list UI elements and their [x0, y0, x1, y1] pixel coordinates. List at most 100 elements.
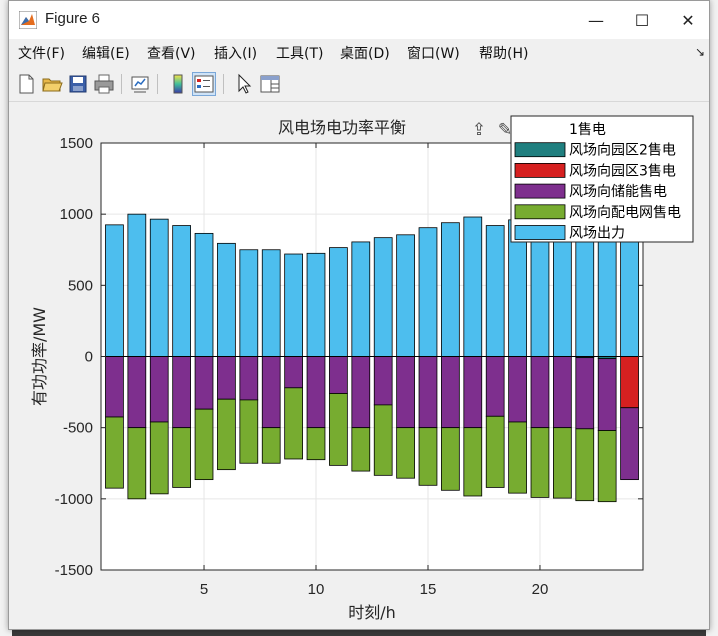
menu-edit[interactable]: 编辑(E)	[82, 43, 130, 63]
bar	[396, 356, 415, 429]
toolbar-separator	[121, 74, 122, 94]
bar	[485, 225, 505, 357]
legend-swatch	[514, 163, 566, 178]
bar	[306, 427, 326, 461]
legend-swatch	[514, 142, 566, 158]
brush-icon[interactable]: ✎	[498, 120, 512, 140]
y-tick-label: -500	[63, 420, 93, 437]
y-tick-label: 0	[85, 349, 93, 366]
figure-canvas: 5 10 15 20 -1500 -1000 -500 0 500 1000 1500 风电场电功率平…	[9, 102, 709, 629]
open-folder-icon[interactable]	[41, 73, 63, 95]
bar	[463, 216, 483, 357]
y-tick-label: 500	[68, 277, 93, 294]
menubar-overflow-icon[interactable]: ↘	[695, 45, 705, 59]
bar	[261, 427, 281, 464]
chart-title: 风电场电功率平衡	[278, 118, 406, 137]
legend-swatch	[514, 183, 566, 199]
menu-insert[interactable]: 插入(I)	[214, 43, 257, 63]
bar	[351, 427, 371, 472]
bar	[597, 358, 617, 431]
bar	[239, 249, 259, 357]
print-icon[interactable]	[93, 73, 115, 95]
figure-window: Figure 6 — ☐ ✕ 文件(F) 编辑(E) 查看(V) 插入(I) 工…	[8, 0, 710, 630]
bar	[306, 356, 326, 429]
new-file-icon[interactable]	[15, 73, 37, 95]
x-tick-label: 15	[420, 581, 437, 598]
menu-desktop[interactable]: 桌面(D)	[340, 43, 390, 63]
save-icon[interactable]	[67, 73, 89, 95]
bar	[373, 237, 393, 357]
y-tick-label: 1000	[60, 206, 93, 223]
bar	[463, 356, 483, 429]
bar	[351, 356, 371, 429]
bar	[373, 404, 393, 476]
minimize-icon: —	[588, 10, 604, 30]
bar	[396, 234, 415, 357]
maximize-icon: ☐	[634, 10, 650, 30]
bar	[597, 430, 617, 503]
bar	[463, 427, 483, 497]
menu-bar: 文件(F) 编辑(E) 查看(V) 插入(I) 工具(T) 桌面(D) 窗口(W…	[9, 39, 709, 67]
bar	[194, 232, 214, 357]
y-tick-label: -1000	[55, 491, 93, 508]
menu-help[interactable]: 帮助(H)	[479, 43, 528, 63]
title-bar[interactable]: Figure 6 — ☐ ✕	[9, 1, 709, 39]
close-button[interactable]: ✕	[665, 1, 711, 39]
link-plot-icon[interactable]	[129, 73, 151, 95]
bar	[194, 408, 214, 481]
maximize-button[interactable]: ☐	[619, 1, 665, 39]
bar	[620, 407, 639, 481]
export-icon[interactable]: ⇪	[472, 120, 486, 140]
menu-file[interactable]: 文件(F)	[18, 43, 65, 63]
x-tick-label: 20	[532, 581, 549, 598]
bar	[105, 356, 124, 418]
bar	[575, 357, 595, 430]
y-tick-label: 1500	[60, 135, 93, 152]
bar	[418, 227, 438, 357]
menu-view[interactable]: 查看(V)	[147, 43, 196, 63]
pointer-icon[interactable]	[233, 73, 255, 95]
bar	[508, 356, 527, 423]
bar	[149, 218, 169, 357]
bar	[284, 387, 303, 460]
legend-entry-label: 风场向园区2售电	[569, 143, 676, 159]
toolbar-separator	[157, 74, 158, 94]
bar	[329, 393, 348, 466]
bar	[217, 398, 236, 471]
colorbar-icon[interactable]	[167, 73, 189, 95]
window-title: Figure 6	[45, 10, 101, 27]
bar	[620, 232, 639, 357]
matlab-logo-icon	[19, 11, 37, 29]
bar	[396, 427, 415, 479]
bar	[485, 356, 505, 417]
property-inspector-icon[interactable]	[259, 73, 281, 95]
bar	[105, 224, 124, 357]
bar	[485, 415, 505, 488]
bar	[194, 356, 214, 410]
bar	[127, 427, 147, 500]
bar	[239, 399, 259, 464]
bar	[261, 356, 281, 429]
close-icon: ✕	[681, 10, 695, 30]
menu-tools[interactable]: 工具(T)	[276, 43, 323, 63]
bar	[418, 356, 438, 429]
bar	[239, 356, 259, 401]
bar	[127, 356, 147, 429]
bar	[530, 356, 550, 429]
bar	[284, 253, 303, 357]
bar	[127, 213, 147, 357]
bar	[105, 416, 124, 489]
x-tick-label: 10	[308, 581, 325, 598]
legend-entry-label: 风场出力	[569, 226, 625, 242]
legend-icon[interactable]	[192, 72, 216, 96]
bar	[351, 241, 371, 357]
legend-entry-label: 风场向储能售电	[569, 184, 667, 200]
menu-window[interactable]: 窗口(W)	[407, 43, 460, 63]
minimize-button[interactable]: —	[573, 1, 619, 39]
bar	[373, 356, 393, 406]
bar	[306, 252, 326, 357]
toolbar-separator	[223, 74, 224, 94]
bar	[329, 356, 348, 394]
x-tick-label: 5	[200, 581, 208, 598]
legend-entry-label: 风场向园区3售电	[569, 163, 676, 179]
